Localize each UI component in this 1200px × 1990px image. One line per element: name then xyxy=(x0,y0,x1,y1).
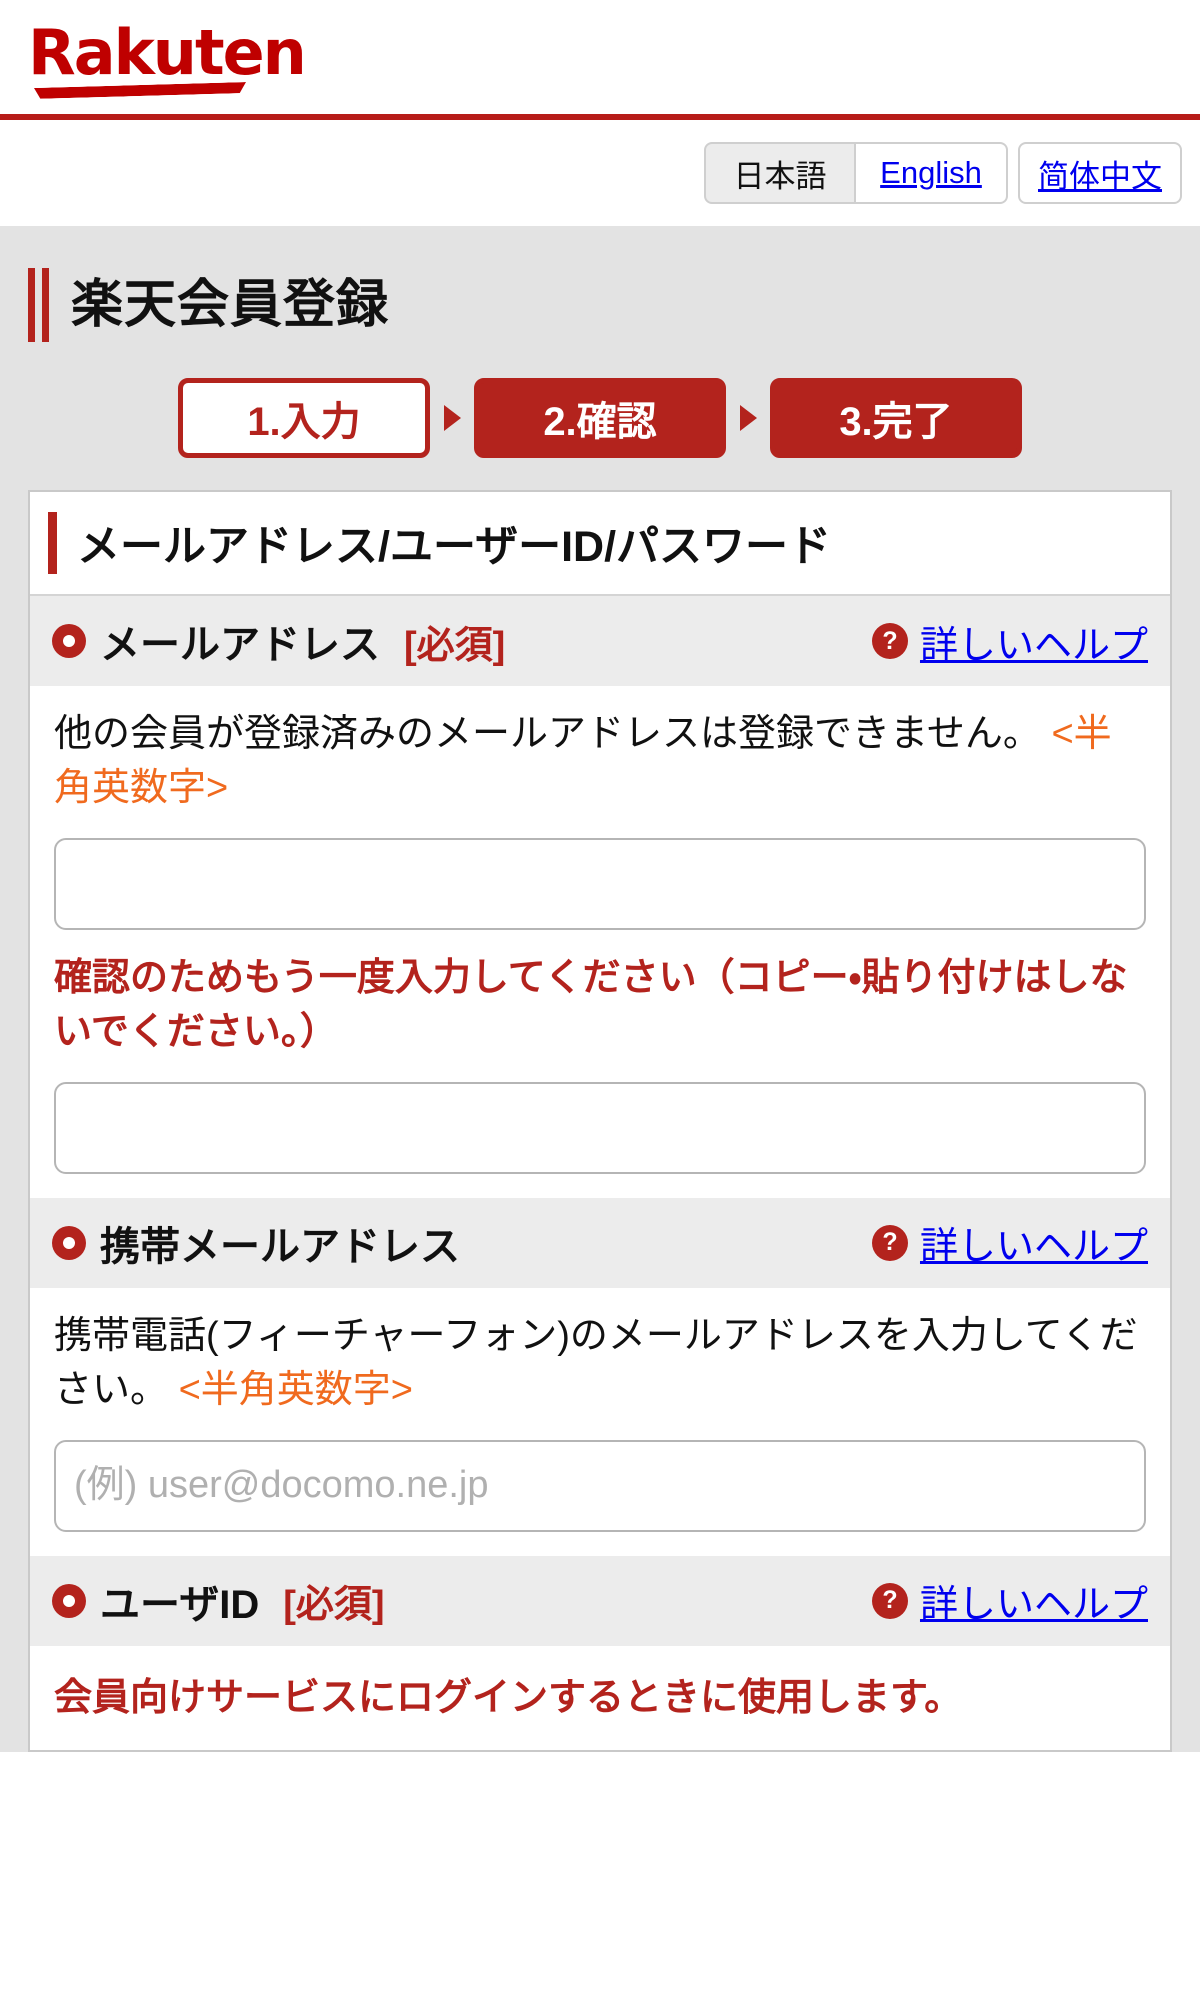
help-link-email[interactable]: ? 詳しいヘルプ xyxy=(871,614,1148,669)
field-charset-hint-mobile-email: <半角英数字> xyxy=(178,1368,413,1411)
step-indicator: 1.入力 2.確認 3.完了 xyxy=(14,348,1186,490)
step-2-confirm[interactable]: 2.確認 xyxy=(474,378,726,458)
step-1-label: 1.入力 xyxy=(247,400,361,444)
section-header-text: メールアドレス/ユーザーID/パスワード xyxy=(77,523,832,571)
rakuten-logo[interactable]: Rakuten xyxy=(28,22,307,98)
step-3-complete[interactable]: 3.完了 xyxy=(770,378,1022,458)
bullet-icon xyxy=(52,1225,86,1260)
help-link-mobile-email-label: 詳しいヘルプ xyxy=(919,1226,1148,1269)
page-title-text: 楽天会員登録 xyxy=(71,276,390,334)
field-name-user-id: ユーザID xyxy=(100,1582,260,1627)
field-description-email: 他の会員が登録済みのメールアドレスは登録できません。 <半角英数字> xyxy=(54,708,1146,816)
language-selector: 日本語 English 简体中文 xyxy=(0,120,1200,226)
title-accent-bars-icon xyxy=(28,268,49,342)
section-header-account: メールアドレス/ユーザーID/パスワード xyxy=(30,492,1170,596)
site-header: Rakuten xyxy=(0,0,1200,98)
registration-form-card: メールアドレス/ユーザーID/パスワード メールアドレス [必須] ? 詳しいヘ… xyxy=(28,490,1172,1752)
bullet-icon xyxy=(52,624,86,658)
field-body-user-id: 会員向けサービスにログインするときに使用します。 xyxy=(30,1645,1170,1750)
page-title: 楽天会員登録 xyxy=(14,254,1186,348)
email-input[interactable] xyxy=(54,837,1146,930)
help-link-email-label: 詳しいヘルプ xyxy=(919,624,1148,667)
field-description-email-main: 他の会員が登録済みのメールアドレスは登録できません。 xyxy=(54,713,1041,755)
help-link-user-id[interactable]: ? 詳しいヘルプ xyxy=(871,1573,1148,1628)
question-mark-icon: ? xyxy=(871,623,908,659)
question-mark-icon: ? xyxy=(871,1224,908,1261)
field-label-email: メールアドレス [必須] ? 詳しいヘルプ xyxy=(30,596,1170,686)
required-badge-user-id: [必須] xyxy=(283,1584,385,1627)
language-option-english-label: English xyxy=(880,155,982,190)
field-name-email: メールアドレス xyxy=(100,623,380,667)
language-option-japanese-label: 日本語 xyxy=(733,158,827,194)
language-option-chinese-label: 简体中文 xyxy=(1038,158,1162,194)
mobile-email-input[interactable] xyxy=(54,1439,1146,1532)
help-link-mobile-email[interactable]: ? 詳しいヘルプ xyxy=(871,1215,1148,1270)
bullet-icon xyxy=(52,1583,86,1618)
field-label-mobile-email: 携帯メールアドレス ? 詳しいヘルプ xyxy=(30,1197,1170,1288)
question-mark-icon: ? xyxy=(871,1582,908,1619)
logo-wordmark: Rakuten xyxy=(28,16,307,89)
field-body-email: 他の会員が登録済みのメールアドレスは登録できません。 <半角英数字> 確認のため… xyxy=(30,686,1170,1198)
section-accent-bar-icon xyxy=(48,512,57,574)
language-option-english[interactable]: English xyxy=(856,142,1008,204)
step-3-label: 3.完了 xyxy=(839,400,953,444)
registration-page: 楽天会員登録 1.入力 2.確認 3.完了 メールアドレス/ユーザーID/パスワ… xyxy=(0,226,1200,1752)
help-link-user-id-label: 詳しいヘルプ xyxy=(919,1584,1148,1627)
required-badge-email: [必須] xyxy=(404,624,506,667)
field-description-mobile-email: 携帯電話(フィーチャーフォン)のメールアドレスを入力してください。 <半角英数字… xyxy=(54,1310,1146,1418)
step-arrow-1-icon xyxy=(430,405,474,431)
language-option-japanese[interactable]: 日本語 xyxy=(704,142,856,204)
step-arrow-2-icon xyxy=(726,405,770,431)
user-id-note: 会員向けサービスにログインするときに使用します。 xyxy=(54,1676,963,1719)
language-option-chinese[interactable]: 简体中文 xyxy=(1018,142,1182,204)
email-confirm-note: 確認のためもう一度入力してください（コピー・貼り付けはしないでください。） xyxy=(54,956,1128,1053)
step-1-input[interactable]: 1.入力 xyxy=(178,378,430,458)
field-label-user-id: ユーザID [必須] ? 詳しいヘルプ xyxy=(30,1555,1170,1646)
step-2-label: 2.確認 xyxy=(543,400,657,444)
field-name-mobile-email: 携帯メールアドレス xyxy=(100,1224,460,1269)
field-body-mobile-email: 携帯電話(フィーチャーフォン)のメールアドレスを入力してください。 <半角英数字… xyxy=(30,1287,1170,1556)
email-confirm-input[interactable] xyxy=(54,1081,1146,1174)
